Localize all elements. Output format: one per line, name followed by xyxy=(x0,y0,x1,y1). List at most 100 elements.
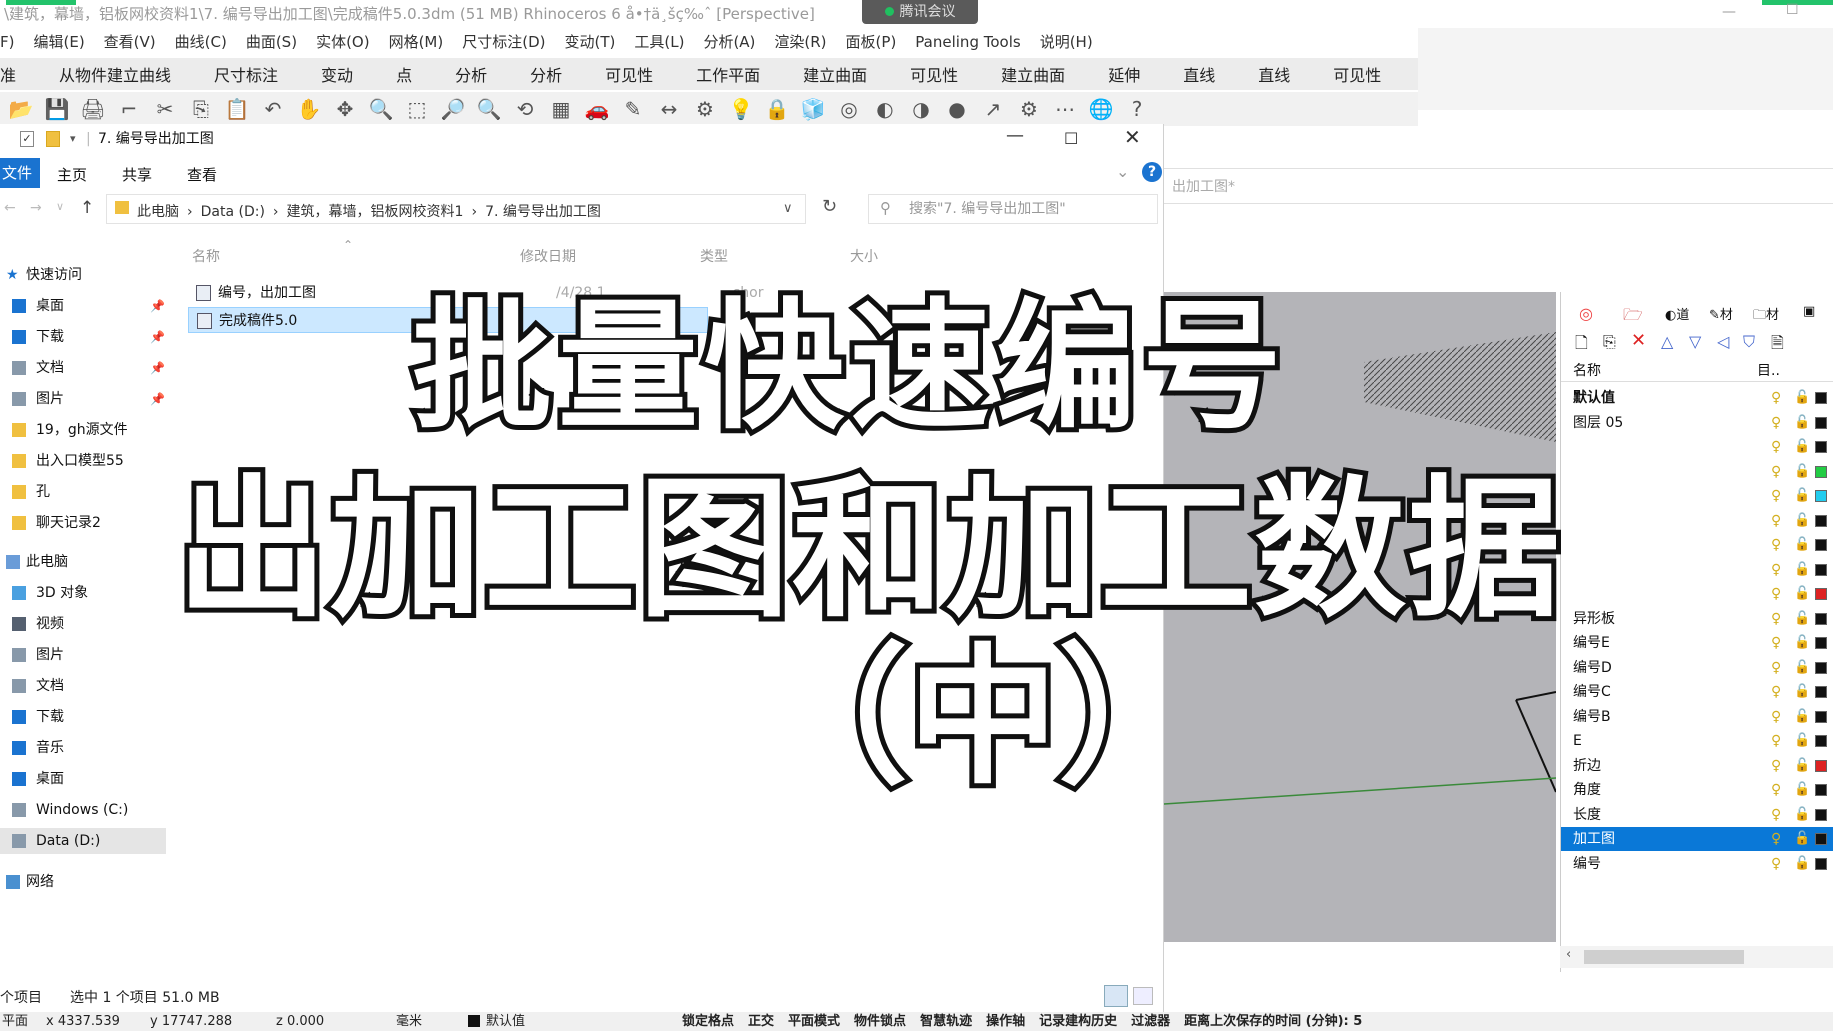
render-tab[interactable]: ◐道 xyxy=(1665,304,1689,323)
command-tab[interactable]: 从物件建立曲线 xyxy=(37,62,192,86)
command-tab[interactable]: 分析 xyxy=(508,62,583,86)
layer-row[interactable]: ♀ 🔓 xyxy=(1561,484,1833,508)
lock-icon[interactable]: 🔓 xyxy=(1794,509,1810,533)
toolbar-icon[interactable]: ● xyxy=(942,96,972,122)
up-arrow-icon[interactable]: ↑ xyxy=(80,198,94,218)
nav-item-quick[interactable]: 图片 📌 xyxy=(0,386,166,412)
toolbar-icon[interactable]: ✋ xyxy=(294,96,324,122)
menu-item[interactable]: 变动(T) xyxy=(565,31,616,52)
lightbulb-icon[interactable]: ♀ xyxy=(1771,754,1781,778)
status-toggle[interactable]: 距离上次保存的时间 (分钟): 5 xyxy=(1184,1014,1362,1029)
meeting-badge[interactable]: 腾讯会议 xyxy=(862,0,978,24)
command-tab[interactable]: 建立曲面 xyxy=(979,62,1086,86)
layer-color-swatch[interactable] xyxy=(1815,539,1827,551)
layer-color-swatch[interactable] xyxy=(1815,514,1827,527)
lightbulb-icon[interactable]: ♀ xyxy=(1771,484,1781,508)
nav-item-pc[interactable]: 文档 xyxy=(0,673,166,699)
lightbulb-icon[interactable]: ♀ xyxy=(1771,411,1781,435)
toolbar-icon[interactable]: 🔎 xyxy=(438,96,468,122)
lock-icon[interactable]: 🔓 xyxy=(1794,533,1810,557)
lock-icon[interactable]: 🔓 xyxy=(1794,705,1810,729)
lightbulb-icon[interactable]: ♀ xyxy=(1771,435,1781,459)
lightbulb-icon[interactable]: ♀ xyxy=(1771,607,1781,631)
status-toggle[interactable]: 正交 xyxy=(748,1014,774,1029)
toolbar-icon[interactable]: ◐ xyxy=(870,96,900,122)
status-toggle[interactable]: 物件锁点 xyxy=(854,1014,906,1029)
lightbulb-icon[interactable]: ♀ xyxy=(1771,827,1781,851)
pin-icon[interactable]: 📌 xyxy=(150,386,165,412)
command-tab[interactable]: 可见性 xyxy=(1311,62,1402,86)
rhino-maximize-button[interactable]: ☐ xyxy=(1786,2,1799,18)
menu-item[interactable]: 查看(V) xyxy=(104,31,156,52)
pin-icon[interactable]: 📌 xyxy=(150,324,165,350)
layer-color-swatch[interactable] xyxy=(1815,686,1827,698)
nav-item-quick[interactable]: 孔 xyxy=(0,479,166,505)
layer-row[interactable]: E ♀ 🔓 xyxy=(1561,729,1833,753)
layer-color-swatch[interactable] xyxy=(1815,759,1827,772)
layer-color-swatch[interactable] xyxy=(1815,784,1827,796)
lock-icon[interactable]: 🔓 xyxy=(1794,607,1810,631)
status-toggle[interactable]: 过滤器 xyxy=(1131,1014,1170,1029)
layer-row[interactable]: ♀ 🔓 xyxy=(1561,533,1833,557)
menu-item[interactable]: 曲线(C) xyxy=(175,31,227,52)
status-toggle[interactable]: 智慧轨迹 xyxy=(920,1014,972,1029)
command-tab[interactable]: 点 xyxy=(374,62,433,86)
layer-color-swatch[interactable] xyxy=(1815,735,1827,747)
menu-item[interactable]: 渲染(R) xyxy=(774,31,826,52)
delete-layer-icon[interactable]: ✕ xyxy=(1631,330,1646,351)
lightbulb-icon[interactable]: ♀ xyxy=(1771,680,1781,704)
large-icons-view-icon[interactable] xyxy=(1133,987,1153,1005)
nav-item-pc[interactable]: 下载 xyxy=(0,704,166,730)
toolbar-icon[interactable]: ⎘ xyxy=(186,96,216,122)
lock-icon[interactable]: 🔓 xyxy=(1794,631,1810,655)
menu-item[interactable]: Paneling Tools xyxy=(915,33,1020,51)
nav-network[interactable]: 网络 xyxy=(0,869,166,895)
toolbar-icon[interactable]: ↶ xyxy=(258,96,288,122)
toolbar-icon[interactable]: ⟲ xyxy=(510,96,540,122)
lightbulb-icon[interactable]: ♀ xyxy=(1771,852,1781,876)
filter-icon[interactable]: ⛉ xyxy=(1743,332,1755,352)
menu-item[interactable]: 说明(H) xyxy=(1040,31,1093,52)
menu-item[interactable]: 工具(L) xyxy=(634,31,684,52)
layer-row[interactable]: ♀ 🔓 xyxy=(1561,558,1833,582)
command-tab[interactable]: 延伸 xyxy=(1086,62,1161,86)
display-tab-icon[interactable]: ▣ xyxy=(1803,304,1815,319)
new-layer-icon[interactable]: 🗋 xyxy=(1575,332,1588,359)
nav-item-quick[interactable]: 文档 📌 xyxy=(0,355,166,381)
nav-item-quick[interactable]: 聊天记录2 xyxy=(0,510,166,536)
toolbar-icon[interactable]: 📋 xyxy=(222,96,252,122)
command-tab[interactable]: 尺寸标注 xyxy=(192,62,299,86)
layer-color-swatch[interactable] xyxy=(1815,833,1827,845)
toolbar-icon[interactable]: ? xyxy=(1122,96,1152,122)
command-tab[interactable]: 建立曲面 xyxy=(781,62,888,86)
command-tab[interactable]: 可见性 xyxy=(583,62,674,86)
pin-icon[interactable]: 📌 xyxy=(150,355,165,381)
lock-icon[interactable]: 🔓 xyxy=(1794,386,1810,410)
explorer-close-button[interactable]: ✕ xyxy=(1124,122,1141,152)
lock-icon[interactable]: 🔓 xyxy=(1794,803,1810,827)
command-tab[interactable]: 直线 xyxy=(1161,62,1236,86)
command-tab[interactable]: 工作平面 xyxy=(674,62,781,86)
layer-color-swatch[interactable] xyxy=(1815,808,1827,821)
rhino-command-field[interactable]: 出加工图* xyxy=(1164,168,1833,204)
lock-icon[interactable]: 🔓 xyxy=(1794,778,1810,802)
lock-icon[interactable]: 🔓 xyxy=(1794,411,1810,435)
command-tab[interactable]: 可见性 xyxy=(888,62,979,86)
lightbulb-icon[interactable]: ♀ xyxy=(1771,631,1781,655)
quick-access-checkbox-icon[interactable]: ✓ xyxy=(20,131,34,147)
status-toggle[interactable]: 操作轴 xyxy=(986,1014,1025,1029)
layer-row[interactable]: ♀ 🔓 xyxy=(1561,435,1833,459)
explorer-maximize-button[interactable]: ☐ xyxy=(1064,124,1078,154)
tab-home[interactable]: 主页 xyxy=(57,164,87,185)
lightbulb-icon[interactable]: ♀ xyxy=(1771,558,1781,582)
help-icon[interactable]: ? xyxy=(1142,162,1162,182)
lightbulb-icon[interactable]: ♀ xyxy=(1771,533,1781,557)
toolbar-icon[interactable]: 💡 xyxy=(726,96,756,122)
nav-item-pc[interactable]: 3D 对象 xyxy=(0,580,166,606)
layer-row[interactable]: 编号C ♀ 🔓 xyxy=(1561,680,1833,704)
toolbar-icon[interactable]: ↔ xyxy=(654,96,684,122)
lightbulb-icon[interactable]: ♀ xyxy=(1771,582,1781,606)
layer-row[interactable]: ♀ 🔓 xyxy=(1561,582,1833,606)
scroll-left-icon[interactable]: ‹ xyxy=(1566,947,1571,962)
layer-color-swatch[interactable] xyxy=(1815,416,1827,429)
